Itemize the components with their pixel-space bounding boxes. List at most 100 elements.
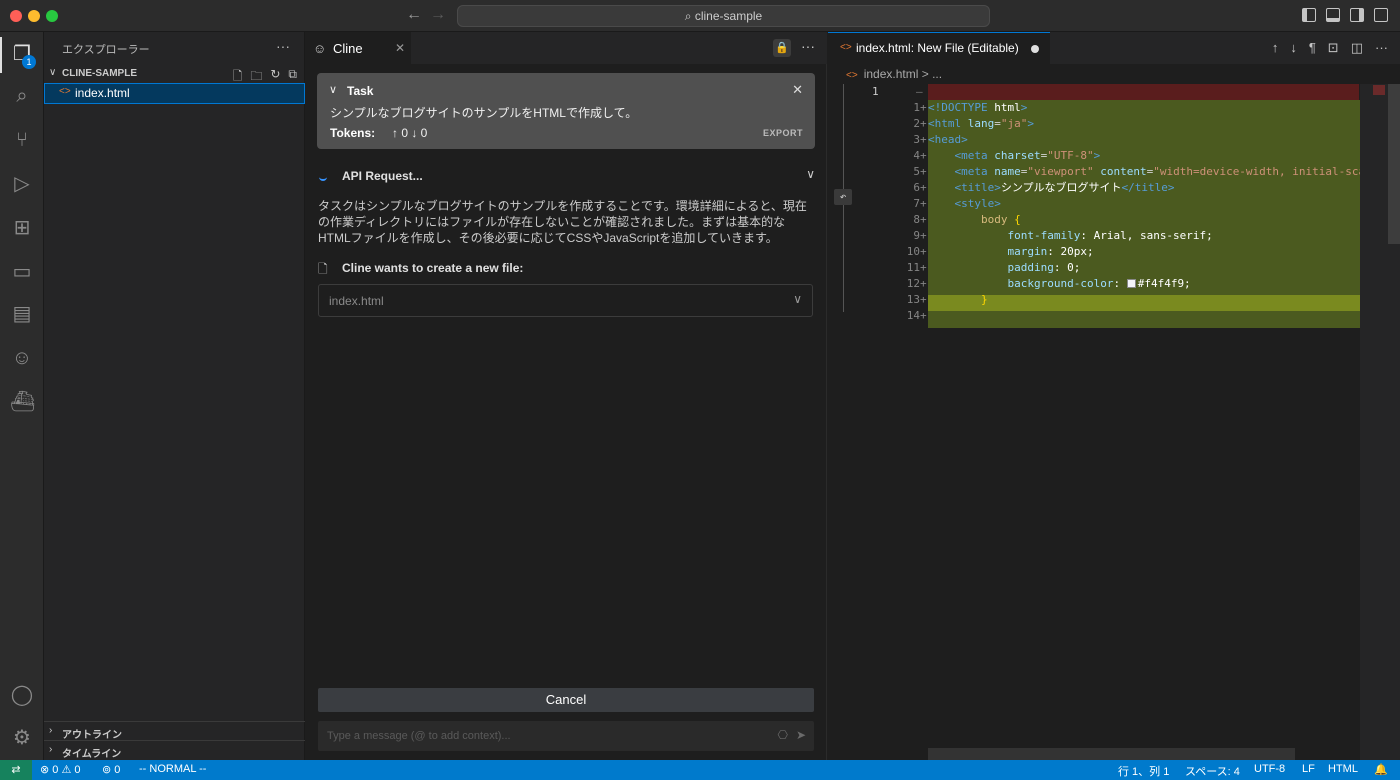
folder-name: CLINE-SAMPLE	[62, 68, 137, 79]
workspace-folder[interactable]: ∨ CLINE-SAMPLE 🗋 🗀 ↻ ⧉	[44, 65, 305, 85]
notifications-bell-icon[interactable]: 🔔	[1374, 763, 1388, 776]
remote-indicator-icon[interactable]: ⇄	[0, 760, 32, 780]
zoom-window-button[interactable]	[46, 10, 58, 22]
editor-tab-label: index.html: New File (Editable)	[856, 41, 1019, 55]
unsaved-dot-icon[interactable]	[1031, 45, 1039, 53]
vim-mode: -- NORMAL --	[139, 763, 207, 775]
outline-section[interactable]: › アウトライン	[44, 721, 305, 741]
api-request-label: API Request...	[342, 169, 423, 183]
language-mode[interactable]: HTML	[1328, 763, 1358, 775]
code-line: 1+<!DOCTYPE html>	[913, 101, 1028, 114]
project-manager-icon[interactable]: ▤	[10, 302, 34, 326]
source-control-icon[interactable]: ⑂	[10, 128, 34, 152]
code-line: 13+ }	[906, 293, 988, 306]
color-swatch[interactable]	[1126, 279, 1136, 288]
cline-icon[interactable]: ☺	[10, 346, 34, 370]
diff-editor[interactable]: ↶ 1 – 1+<!DOCTYPE html> 2+<html lang="ja…	[828, 84, 1400, 760]
remote-explorer-icon[interactable]: ▭	[10, 260, 34, 284]
cancel-button[interactable]: Cancel	[318, 688, 814, 712]
search-icon[interactable]: ⌕	[10, 84, 34, 108]
code-line: 6+ <title>シンプルなブログサイト</title>	[913, 181, 1175, 194]
api-request-row[interactable]: API Request... ∨	[317, 167, 815, 187]
toggle-panel-icon[interactable]	[1326, 8, 1340, 22]
horizontal-scrollbar[interactable]	[928, 748, 1295, 760]
html-file-icon: <>	[840, 42, 852, 53]
cline-tab[interactable]: ☺ Cline ✕	[305, 32, 411, 64]
forward-arrow-icon[interactable]: →	[430, 6, 446, 24]
close-icon[interactable]: ✕	[395, 41, 405, 55]
status-bar: ⇄ ⊗ 0 ⚠ 0 ⊚ 0 -- NORMAL -- 行 1、列 1 スペース:…	[0, 760, 1400, 780]
previous-change-icon[interactable]: ↑	[1272, 40, 1279, 56]
minimap-change-marker	[1373, 85, 1385, 95]
editor-group: <> index.html: New File (Editable) ↑ ↓ ¶…	[828, 32, 1400, 760]
more-actions-icon[interactable]: ···	[1375, 40, 1388, 56]
next-change-icon[interactable]: ↓	[1290, 40, 1297, 56]
chevron-down-icon[interactable]: ∨	[806, 167, 815, 181]
settings-gear-icon[interactable]: ⚙	[10, 726, 34, 750]
editor-tab-index-html[interactable]: <> index.html: New File (Editable)	[828, 32, 1050, 64]
timeline-label: タイムライン	[62, 749, 122, 760]
timeline-section[interactable]: › タイムライン	[44, 740, 305, 760]
file-item-index-html[interactable]: <> index.html	[44, 83, 305, 104]
breadcrumb[interactable]: <> index.html > ...	[846, 67, 942, 81]
minimap[interactable]	[1360, 84, 1400, 760]
cline-panel: ☺ Cline ✕ 🔒 ··· ∨ Task ✕ シンプルなブログサイトのサンプ…	[305, 32, 827, 760]
minimize-window-button[interactable]	[28, 10, 40, 22]
code-line: 3+<head>	[913, 133, 968, 146]
tokens-value: ↑ 0 ↓ 0	[392, 126, 428, 140]
chevron-right-icon: ›	[49, 744, 53, 755]
ports-indicator[interactable]: ⊚ 0	[102, 763, 120, 776]
run-debug-icon[interactable]: ▷	[10, 172, 34, 196]
code-line: 7+ <style>	[913, 197, 1001, 210]
code-line: 5+ <meta name="viewport" content="width=…	[913, 165, 1379, 178]
docker-icon[interactable]: ⛴	[10, 390, 35, 414]
back-arrow-icon[interactable]: ←	[406, 6, 422, 24]
explorer-sidebar: エクスプローラー ··· ∨ CLINE-SAMPLE 🗋 🗀 ↻ ⧉ <> i…	[44, 32, 305, 760]
account-icon[interactable]: ◯	[10, 683, 34, 707]
close-task-icon[interactable]: ✕	[792, 82, 803, 98]
revert-change-icon[interactable]: ↶	[834, 189, 852, 205]
message-input[interactable]: Type a message (@ to add context)... ⎔ ➤	[318, 721, 814, 751]
toggle-secondary-sidebar-icon[interactable]	[1350, 8, 1364, 22]
toggle-primary-sidebar-icon[interactable]	[1302, 8, 1316, 22]
file-path-dropdown[interactable]: index.html ∨	[318, 284, 813, 317]
show-whitespace-icon[interactable]: ¶	[1309, 40, 1316, 56]
explorer-title: エクスプローラー	[62, 44, 150, 56]
code-line: 8+ body {	[913, 213, 1021, 226]
code-line: 9+ font-family: Arial, sans-serif;	[913, 229, 1213, 242]
spinner-icon	[319, 173, 327, 181]
removed-marker: –	[916, 85, 923, 98]
cline-tab-bar: ☺ Cline ✕ 🔒 ···	[305, 32, 827, 64]
title-bar: ← → ⌕ cline-sample	[0, 0, 1400, 32]
send-icon[interactable]: ➤	[796, 728, 806, 742]
more-actions-icon[interactable]: ···	[801, 38, 815, 54]
lock-icon[interactable]: 🔒	[773, 39, 791, 57]
chevron-down-icon[interactable]: ∨	[329, 83, 337, 96]
export-button[interactable]: EXPORT	[763, 128, 803, 138]
chevron-down-icon: ∨	[793, 292, 802, 306]
minimap-viewport[interactable]	[1388, 84, 1400, 244]
problems-indicator[interactable]: ⊗ 0 ⚠ 0	[40, 763, 81, 776]
cline-tab-label: Cline	[333, 41, 363, 56]
customize-layout-icon[interactable]	[1374, 8, 1388, 22]
close-window-button[interactable]	[10, 10, 22, 22]
cursor-position[interactable]: 行 1、列 1	[1118, 763, 1169, 779]
split-editor-icon[interactable]: ◫	[1351, 40, 1363, 56]
code-line: 11+ padding: 0;	[906, 261, 1081, 274]
code-line: 14+	[906, 309, 927, 322]
code-line: 10+ margin: 20px;	[906, 245, 1094, 258]
command-center[interactable]: ⌕ cline-sample	[457, 5, 990, 27]
end-of-line[interactable]: LF	[1302, 763, 1315, 775]
command-center-label: cline-sample	[694, 9, 763, 23]
indentation[interactable]: スペース: 4	[1185, 763, 1240, 779]
explorer-more-button[interactable]: ···	[276, 38, 290, 54]
camera-icon[interactable]: ⎔	[777, 728, 787, 742]
toggle-minimap-icon[interactable]: ⊡	[1328, 40, 1339, 56]
extensions-icon[interactable]: ⊞	[10, 216, 34, 240]
task-description: シンプルなブログサイトのサンプルをHTMLで作成して。	[330, 106, 638, 120]
current-line-highlight	[928, 295, 1373, 311]
new-file-icon: 🗋	[318, 262, 328, 276]
task-card: ∨ Task ✕ シンプルなブログサイトのサンプルをHTMLで作成して。 Tok…	[317, 73, 815, 149]
create-file-label: Cline wants to create a new file:	[342, 261, 524, 275]
encoding[interactable]: UTF-8	[1254, 763, 1285, 775]
